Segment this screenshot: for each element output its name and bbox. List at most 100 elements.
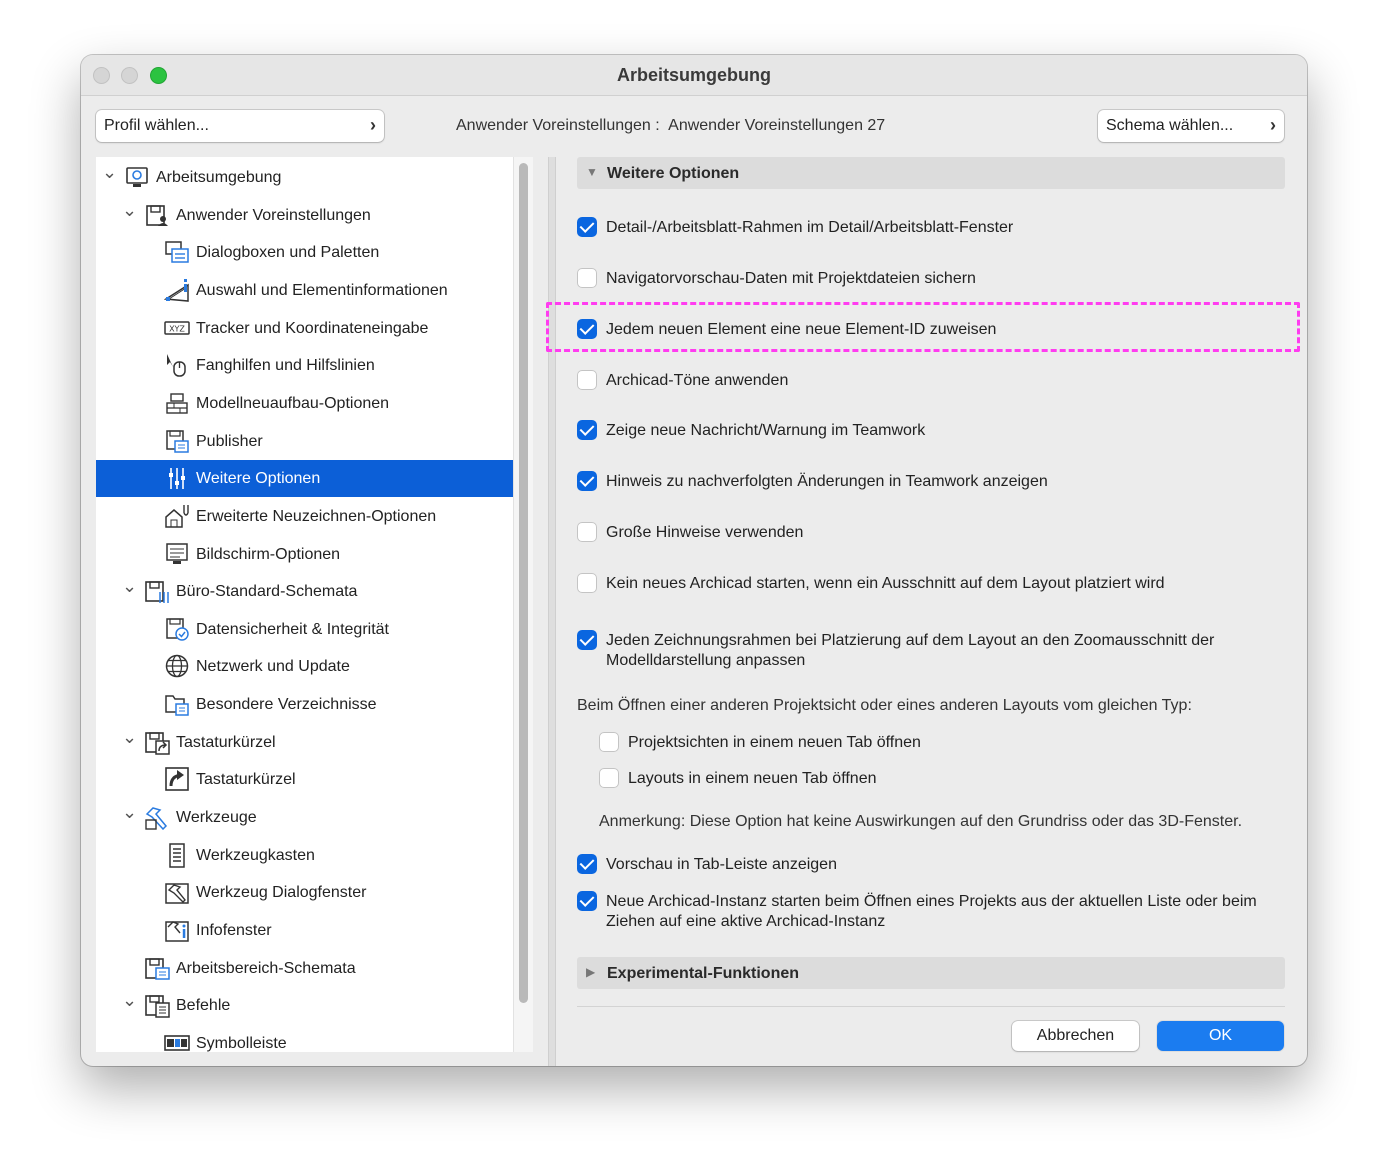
disclosure-chevron-icon[interactable]: ⌄ bbox=[122, 802, 137, 822]
current-profile-indicator: Anwender Voreinstellungen : Anwender Vor… bbox=[456, 117, 885, 135]
window-title: Arbeitsumgebung bbox=[616, 65, 771, 85]
tree-item[interactable]: ⌄ Werkzeuge bbox=[96, 799, 513, 836]
disclosure-chevron-icon[interactable]: ⌄ bbox=[122, 576, 137, 596]
schema-select-button[interactable]: Schema wählen... › bbox=[1098, 110, 1284, 142]
tree-item[interactable]: Publisher bbox=[96, 423, 513, 460]
tree-item-label: Befehle bbox=[176, 997, 231, 1015]
checkbox-unchecked[interactable] bbox=[577, 370, 597, 390]
toolbox-icon bbox=[164, 842, 190, 868]
panel-splitter[interactable] bbox=[548, 157, 556, 1066]
tree-item-label: Erweiterte Neuzeichnen-Optionen bbox=[196, 507, 437, 525]
preferences-window: Arbeitsumgebung Profil wählen... › Anwen… bbox=[81, 55, 1307, 1066]
tree-item-label: Fanghilfen und Hilfslinien bbox=[196, 357, 375, 375]
tree-item-label: Arbeitsumgebung bbox=[156, 169, 282, 186]
dialog-palettes-icon bbox=[164, 239, 190, 265]
tree-item-label: Symbolleiste bbox=[196, 1034, 287, 1052]
disclosure-right-icon: ▶ bbox=[586, 965, 596, 979]
tree-item-label: Datensicherheit & Integrität bbox=[196, 620, 389, 638]
tree-item[interactable]: Modellneuaufbau-Optionen bbox=[96, 385, 513, 422]
tree-item[interactable]: Bildschirm-Optionen bbox=[96, 536, 513, 573]
option-label: Zeige neue Nachricht/Warnung im Teamwork bbox=[606, 422, 926, 439]
cancel-button[interactable]: Abbrechen bbox=[1012, 1021, 1139, 1051]
tree-item[interactable]: Erweiterte Neuzeichnen-Optionen bbox=[96, 498, 513, 535]
shortcut-arrow-icon bbox=[164, 766, 190, 792]
option-label: Große Hinweise verwenden bbox=[606, 524, 804, 541]
tree-item[interactable]: Besondere Verzeichnisse bbox=[96, 686, 513, 723]
disclosure-chevron-icon[interactable]: ⌄ bbox=[122, 200, 137, 220]
snap-guides-icon bbox=[164, 352, 190, 378]
tree-item-label: Modellneuaufbau-Optionen bbox=[196, 394, 390, 412]
shortcuts-scheme-icon bbox=[144, 729, 170, 755]
ok-button[interactable]: OK bbox=[1157, 1021, 1284, 1051]
tree-item[interactable]: Infofenster bbox=[96, 912, 513, 949]
tree-item-label: Besondere Verzeichnisse bbox=[196, 696, 377, 714]
model-rebuild-icon bbox=[164, 390, 190, 416]
current-profile-label: Anwender Voreinstellungen : bbox=[456, 117, 660, 134]
toolbar-icon bbox=[164, 1030, 190, 1052]
tree-item-label: Auswahl und Elementinformationen bbox=[196, 281, 448, 299]
option-label: Hinweis zu nachverfolgten Änderungen in … bbox=[606, 473, 1048, 490]
tree-item-label: Arbeitsbereich-Schemata bbox=[176, 959, 356, 977]
info-box-icon bbox=[164, 917, 190, 943]
option-label: Kein neues Archicad starten, wenn ein Au… bbox=[606, 575, 1165, 592]
disclosure-chevron-icon[interactable]: ⌄ bbox=[122, 727, 137, 747]
tree-item[interactable]: Netzwerk und Update bbox=[96, 648, 513, 685]
tree-item-label: Tastaturkürzel bbox=[176, 733, 276, 751]
option-label: Detail-/Arbeitsblatt-Rahmen im Detail/Ar… bbox=[606, 219, 1014, 236]
tree-item[interactable]: ⌄ Befehle bbox=[96, 987, 513, 1024]
checkbox-checked[interactable] bbox=[577, 217, 597, 237]
checkbox-unchecked[interactable] bbox=[599, 768, 619, 788]
checkbox-checked[interactable] bbox=[577, 420, 597, 440]
tree-item[interactable]: ⌄ Anwender Voreinstellungen bbox=[96, 197, 513, 234]
xyz-tracker-icon: XYZ bbox=[164, 315, 190, 341]
tree-item[interactable]: Auswahl und Elementinformationen bbox=[96, 272, 513, 309]
note-text: Anmerkung: Diese Option hat keine Auswir… bbox=[599, 813, 1243, 830]
section-header-weitere-optionen[interactable]: ▼ Weitere Optionen bbox=[577, 157, 1285, 189]
checkbox-checked[interactable] bbox=[577, 630, 597, 650]
office-standard-icon bbox=[144, 578, 170, 604]
option-label: Vorschau in Tab-Leiste anzeigen bbox=[606, 856, 837, 873]
tree-item[interactable]: Datensicherheit & Integrität bbox=[96, 611, 513, 648]
tree-item-label: Werkzeuge bbox=[176, 809, 257, 827]
tree-item-label: Werkzeug Dialogfenster bbox=[196, 884, 367, 902]
checkbox-checked[interactable] bbox=[577, 854, 597, 874]
checkbox-checked[interactable] bbox=[577, 471, 597, 491]
tree-item[interactable]: Weitere Optionen bbox=[96, 460, 513, 498]
special-folders-icon bbox=[164, 691, 190, 717]
checkbox-checked[interactable] bbox=[577, 891, 597, 911]
checkbox-unchecked[interactable] bbox=[577, 268, 597, 288]
experimental-title: Experimental-Funktionen bbox=[607, 965, 800, 982]
checkbox-unchecked[interactable] bbox=[577, 522, 597, 542]
tree-scrollbar-thumb[interactable] bbox=[519, 163, 528, 1003]
tree-item-label: Bildschirm-Optionen bbox=[196, 545, 341, 563]
tree-item-label: Dialogboxen und Paletten bbox=[196, 244, 380, 262]
tree-item[interactable]: ⌄ Tastaturkürzel bbox=[96, 724, 513, 761]
tree-item[interactable]: Arbeitsbereich-Schemata bbox=[96, 950, 513, 987]
option-label: Neue Archicad-Instanz starten beim Öffne… bbox=[606, 893, 1257, 930]
option-label: Jeden Zeichnungsrahmen bei Platzierung a… bbox=[606, 632, 1215, 669]
option-label: Navigatorvorschau-Daten mit Projektdatei… bbox=[606, 270, 976, 287]
tree-item-label: Tracker und Koordinateneingabe bbox=[196, 319, 429, 337]
tree-item[interactable]: Dialogboxen und Paletten bbox=[96, 234, 513, 271]
tree-item[interactable]: ⌄ Büro-Standard-Schemata bbox=[96, 573, 513, 610]
svg-text:XYZ: XYZ bbox=[169, 324, 185, 333]
tree-item[interactable]: Werkzeug Dialogfenster bbox=[96, 874, 513, 911]
footer-divider bbox=[577, 1006, 1285, 1007]
checkbox-unchecked[interactable] bbox=[599, 732, 619, 752]
disclosure-chevron-icon[interactable]: ⌄ bbox=[102, 162, 117, 182]
profile-select-button[interactable]: Profil wählen... › bbox=[96, 110, 384, 142]
option-label: Projektsichten in einem neuen Tab öffnen bbox=[628, 734, 921, 751]
checkbox-unchecked[interactable] bbox=[577, 573, 597, 593]
tree-item[interactable]: Tastaturkürzel bbox=[96, 761, 513, 798]
tool-dialog-icon bbox=[164, 879, 190, 905]
tree-item[interactable]: Werkzeugkasten bbox=[96, 837, 513, 874]
tree-item[interactable]: Symbolleiste bbox=[96, 1025, 513, 1052]
tree-item[interactable]: Fanghilfen und Hilfslinien bbox=[96, 347, 513, 384]
chevron-right-icon: › bbox=[370, 115, 376, 135]
tree-item[interactable]: ⌄ Arbeitsumgebung bbox=[96, 159, 513, 196]
tree-item[interactable]: XYZ Tracker und Koordinateneingabe bbox=[96, 310, 513, 347]
title-bar: Arbeitsumgebung bbox=[81, 55, 1307, 96]
settings-tree: ⌄ Arbeitsumgebung ⌄ Anwender Voreinstellung… bbox=[96, 157, 513, 1052]
section-header-experimental[interactable]: ▶ Experimental-Funktionen bbox=[577, 957, 1285, 989]
disclosure-chevron-icon[interactable]: ⌄ bbox=[122, 990, 137, 1010]
